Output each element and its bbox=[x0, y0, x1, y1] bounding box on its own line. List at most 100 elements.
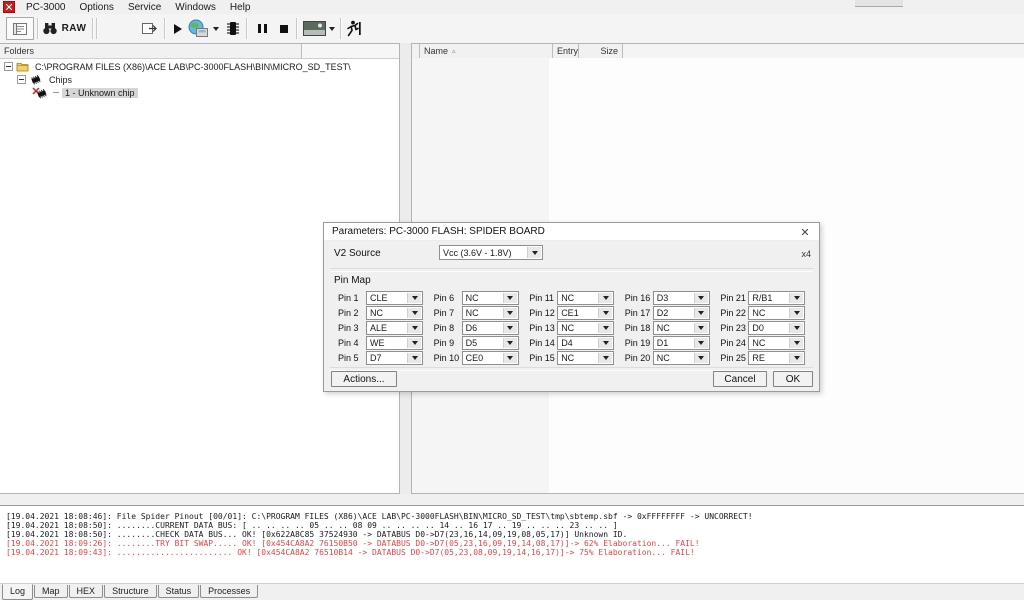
pin-14-select[interactable]: D4 bbox=[557, 336, 614, 350]
stop-icon bbox=[280, 25, 288, 33]
pin-value: D5 bbox=[466, 338, 478, 348]
chevron-down-icon bbox=[503, 293, 517, 303]
log-line: [19.04.2021 18:08:50]: ........CURRENT D… bbox=[6, 521, 1024, 530]
toolbar-separator bbox=[92, 18, 94, 39]
pin-16-select[interactable]: D3 bbox=[653, 291, 710, 305]
pin-1-select[interactable]: CLE bbox=[366, 291, 423, 305]
globe-disk-icon bbox=[187, 19, 209, 38]
menu-item-windows[interactable]: Windows bbox=[168, 0, 223, 14]
folders-column-header[interactable]: Folders bbox=[0, 44, 399, 59]
collapse-toggle[interactable] bbox=[4, 62, 13, 71]
pin-13-select[interactable]: NC bbox=[557, 321, 614, 335]
pin-12-select[interactable]: CE1 bbox=[557, 306, 614, 320]
raw-mode-button[interactable]: RAW bbox=[60, 14, 88, 43]
pin-15-select[interactable]: NC bbox=[557, 351, 614, 365]
menu-item-options[interactable]: Options bbox=[72, 0, 120, 14]
chevron-down-icon bbox=[598, 308, 612, 318]
tree-connector bbox=[53, 92, 59, 93]
chevron-down-icon bbox=[789, 293, 803, 303]
stop-button[interactable] bbox=[276, 14, 292, 43]
tab-status[interactable]: Status bbox=[158, 585, 200, 598]
pin-value: D7 bbox=[370, 353, 382, 363]
chevron-down-icon bbox=[598, 293, 612, 303]
file-table-header: Name ▵ Entry Size bbox=[412, 44, 1024, 59]
pin-label: Pin 7 bbox=[434, 308, 462, 318]
dialog-separator bbox=[330, 268, 813, 272]
menu-item-service[interactable]: Service bbox=[121, 0, 168, 14]
pin-row-1: Pin 1CLE bbox=[338, 290, 428, 305]
pin-6-select[interactable]: NC bbox=[462, 291, 519, 305]
pin-11-select[interactable]: NC bbox=[557, 291, 614, 305]
pin-21-select[interactable]: R/B1 bbox=[748, 291, 805, 305]
pin-2-select[interactable]: NC bbox=[366, 306, 423, 320]
start-button[interactable] bbox=[171, 14, 185, 43]
toolbar-separator bbox=[340, 18, 342, 39]
tab-structure[interactable]: Structure bbox=[104, 585, 157, 598]
pin-5-select[interactable]: D7 bbox=[366, 351, 423, 365]
pin-17-select[interactable]: D2 bbox=[653, 306, 710, 320]
export-button[interactable] bbox=[138, 14, 160, 43]
pin-3-select[interactable]: ALE bbox=[366, 321, 423, 335]
pin-10-select[interactable]: CE0 bbox=[462, 351, 519, 365]
chevron-down-icon bbox=[503, 323, 517, 333]
pin-label: Pin 6 bbox=[434, 293, 462, 303]
column-header-size[interactable]: Size bbox=[579, 44, 623, 58]
pin-value: ALE bbox=[370, 323, 387, 333]
column-label: Entry bbox=[557, 46, 578, 56]
cancel-button[interactable]: Cancel bbox=[713, 371, 767, 387]
report-button[interactable] bbox=[6, 17, 34, 40]
tab-log[interactable]: Log bbox=[2, 584, 33, 600]
chevron-down-icon bbox=[694, 353, 708, 363]
menu-item-pc-3000[interactable]: PC-3000 bbox=[19, 0, 72, 14]
pin-9-select[interactable]: D5 bbox=[462, 336, 519, 350]
tree-item-chips[interactable]: Chips bbox=[0, 73, 399, 86]
pin-row-24: Pin 24NC bbox=[720, 335, 810, 350]
pin-map-label: Pin Map bbox=[334, 275, 371, 286]
pin-19-select[interactable]: D1 bbox=[653, 336, 710, 350]
collapse-toggle[interactable] bbox=[17, 75, 26, 84]
pin-label: Pin 12 bbox=[529, 308, 557, 318]
pin-24-select[interactable]: NC bbox=[748, 336, 805, 350]
pin-value: D2 bbox=[657, 308, 669, 318]
actions-button[interactable]: Actions... bbox=[331, 371, 397, 387]
ok-button[interactable]: OK bbox=[773, 371, 813, 387]
image-icon bbox=[303, 21, 326, 36]
window-artifact bbox=[855, 0, 903, 7]
process-button[interactable] bbox=[344, 14, 362, 43]
pin-8-select[interactable]: D6 bbox=[462, 321, 519, 335]
v2-source-select[interactable]: Vcc (3.6V - 1.8V) bbox=[439, 245, 543, 260]
chip-button[interactable] bbox=[224, 14, 242, 43]
column-header-entry[interactable]: Entry bbox=[553, 44, 579, 58]
pin-25-select[interactable]: RE bbox=[748, 351, 805, 365]
menu-item-help[interactable]: Help bbox=[223, 0, 258, 14]
pin-22-select[interactable]: NC bbox=[748, 306, 805, 320]
close-icon[interactable]: ✕ bbox=[798, 225, 812, 239]
pin-4-select[interactable]: WE bbox=[366, 336, 423, 350]
pin-label: Pin 16 bbox=[625, 293, 653, 303]
pin-row-11: Pin 11NC bbox=[529, 290, 619, 305]
tab-map[interactable]: Map bbox=[34, 585, 68, 598]
pause-button[interactable] bbox=[254, 14, 270, 43]
view-mode-menu-button[interactable] bbox=[327, 14, 337, 43]
column-header-name[interactable]: Name ▵ bbox=[420, 44, 553, 58]
bottom-tabs-bar: LogMapHEXStructureStatusProcesses bbox=[0, 585, 1024, 600]
pin-7-select[interactable]: NC bbox=[462, 306, 519, 320]
log-line: [19.04.2021 18:08:50]: ........CHECK DAT… bbox=[6, 530, 1024, 539]
tab-processes[interactable]: Processes bbox=[200, 585, 258, 598]
pin-20-select[interactable]: NC bbox=[653, 351, 710, 365]
read-chip-menu-button[interactable] bbox=[211, 14, 221, 43]
tree-item-root[interactable]: C:\PROGRAM FILES (X86)\ACE LAB\PC-3000FL… bbox=[0, 60, 399, 73]
read-chip-button[interactable] bbox=[186, 14, 210, 43]
tree-item-label: 1 - Unknown chip bbox=[62, 88, 138, 98]
pin-row-17: Pin 17D2 bbox=[625, 305, 715, 320]
pin-23-select[interactable]: D0 bbox=[748, 321, 805, 335]
search-button[interactable] bbox=[41, 14, 59, 43]
pin-18-select[interactable]: NC bbox=[653, 321, 710, 335]
running-man-icon bbox=[346, 20, 361, 37]
view-mode-button[interactable] bbox=[301, 14, 327, 43]
pin-value: CE1 bbox=[561, 308, 579, 318]
pin-label: Pin 15 bbox=[529, 353, 557, 363]
tree-item-chip-1[interactable]: 1 - Unknown chip bbox=[0, 86, 399, 99]
tab-hex[interactable]: HEX bbox=[69, 585, 104, 598]
pin-value: NC bbox=[370, 308, 383, 318]
